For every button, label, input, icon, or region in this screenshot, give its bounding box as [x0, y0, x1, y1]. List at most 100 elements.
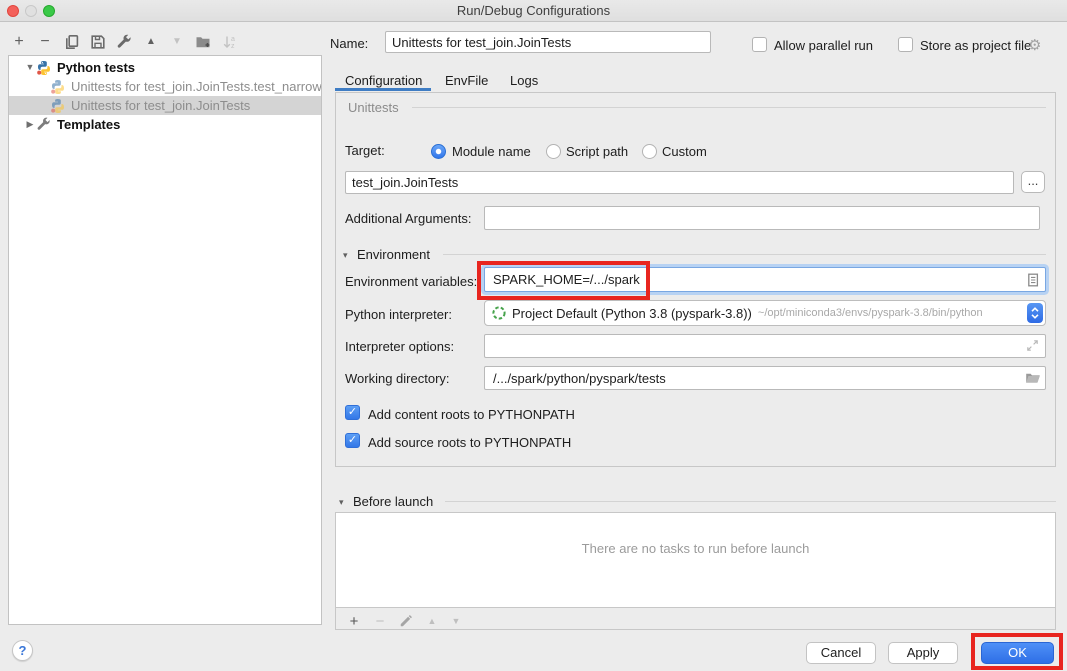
add-source-roots-checkbox[interactable]: ✓: [345, 433, 360, 448]
before-launch-empty-text: There are no tasks to run before launch: [582, 541, 810, 607]
section-divider: [445, 501, 1056, 502]
chevron-down-icon[interactable]: ▼: [24, 58, 36, 77]
target-input[interactable]: [345, 171, 1014, 194]
allow-parallel-run-label: Allow parallel run: [774, 38, 873, 53]
allow-parallel-run-checkbox[interactable]: [752, 37, 767, 52]
move-up-icon: ▲: [428, 616, 437, 626]
add-source-roots-label: Add source roots to PYTHONPATH: [368, 435, 571, 450]
paste-icon[interactable]: [1025, 272, 1041, 288]
before-launch-move-down-button[interactable]: ▼: [446, 611, 466, 631]
tab-logs[interactable]: Logs: [510, 70, 538, 92]
ok-button[interactable]: OK: [981, 642, 1054, 664]
radio-script-path[interactable]: [546, 144, 561, 159]
add-icon: +: [350, 613, 359, 630]
radio-module-name[interactable]: [431, 144, 446, 159]
run-debug-configurations-dialog: Run/Debug Configurations + − ▲ ▼ az ▼ Py…: [0, 0, 1067, 671]
python-test-icon: [50, 98, 66, 114]
wrench-icon: [116, 34, 132, 50]
tree-item-label: Unittests for test_join.JoinTests: [71, 96, 250, 115]
edit-templates-button[interactable]: [114, 32, 134, 52]
apply-button[interactable]: Apply: [888, 642, 958, 664]
tree-item-python-tests[interactable]: ▼ Python tests: [9, 58, 321, 77]
working-directory-label: Working directory:: [345, 371, 450, 386]
python-interpreter-path: ~/opt/miniconda3/envs/pyspark-3.8/bin/py…: [758, 307, 983, 319]
titlebar: Run/Debug Configurations: [0, 0, 1067, 22]
sort-configurations-button[interactable]: az: [220, 32, 240, 52]
python-interpreter-label: Python interpreter:: [345, 307, 452, 322]
interpreter-options-field[interactable]: [484, 334, 1046, 358]
python-test-icon: [50, 79, 66, 95]
before-launch-move-up-button[interactable]: ▲: [422, 611, 442, 631]
move-up-button[interactable]: ▲: [141, 32, 161, 52]
environment-variables-field[interactable]: [484, 267, 1046, 292]
remove-icon: −: [40, 32, 49, 52]
browse-button[interactable]: ...: [1021, 171, 1045, 193]
before-launch-add-button[interactable]: +: [344, 611, 364, 631]
radio-script-path-label[interactable]: Script path: [566, 144, 628, 159]
working-directory-field[interactable]: [484, 366, 1046, 390]
add-content-roots-label: Add content roots to PYTHONPATH: [368, 407, 575, 422]
name-label: Name:: [330, 36, 368, 51]
radio-custom[interactable]: [642, 144, 657, 159]
remove-configuration-button[interactable]: −: [35, 32, 55, 52]
tree-item-label: Templates: [57, 115, 120, 134]
store-as-project-file-checkbox[interactable]: [898, 37, 913, 52]
move-down-button[interactable]: ▼: [167, 32, 187, 52]
before-launch-section-title[interactable]: Before launch: [353, 494, 433, 509]
move-down-icon: ▼: [452, 616, 461, 626]
name-input[interactable]: [385, 31, 711, 53]
environment-section-title[interactable]: Environment: [357, 247, 430, 262]
create-folder-button[interactable]: [193, 32, 213, 52]
additional-arguments-input[interactable]: [484, 206, 1040, 230]
additional-arguments-label: Additional Arguments:: [345, 211, 471, 226]
close-button[interactable]: [7, 5, 19, 17]
before-launch-edit-button[interactable]: [396, 611, 416, 631]
environment-variables-input[interactable]: [491, 271, 1025, 288]
unittests-section-title: Unittests: [348, 100, 399, 115]
environment-collapse-arrow[interactable]: ▾: [343, 250, 348, 261]
before-launch-remove-button[interactable]: −: [370, 611, 390, 631]
interpreter-options-input[interactable]: [491, 338, 1025, 355]
before-launch-task-list[interactable]: There are no tasks to run before launch: [336, 513, 1055, 608]
python-interpreter-value: Project Default (Python 3.8 (pyspark-3.8…: [512, 306, 752, 321]
move-down-icon: ▼: [172, 32, 182, 52]
save-icon: [90, 34, 106, 50]
environment-variables-label: Environment variables:: [345, 274, 477, 289]
add-icon: +: [14, 32, 23, 52]
add-configuration-button[interactable]: +: [9, 32, 29, 52]
before-launch-collapse-arrow[interactable]: ▾: [339, 497, 344, 508]
zoom-button[interactable]: [43, 5, 55, 17]
python-test-icon: [36, 60, 52, 76]
combo-stepper-icon[interactable]: [1027, 303, 1043, 323]
save-configuration-button[interactable]: [88, 32, 108, 52]
expand-icon[interactable]: [1025, 338, 1041, 354]
svg-text:z: z: [231, 43, 235, 50]
working-directory-input[interactable]: [491, 370, 1025, 387]
section-divider: [412, 107, 1046, 108]
radio-custom-label[interactable]: Custom: [662, 144, 707, 159]
tab-envfile[interactable]: EnvFile: [445, 70, 488, 92]
python-interpreter-select[interactable]: Project Default (Python 3.8 (pyspark-3.8…: [484, 300, 1046, 326]
help-button[interactable]: ?: [12, 640, 33, 661]
copy-icon: [64, 34, 80, 50]
target-label: Target:: [345, 143, 385, 158]
copy-configuration-button[interactable]: [62, 32, 82, 52]
radio-module-name-label[interactable]: Module name: [452, 144, 531, 159]
before-launch-panel: There are no tasks to run before launch …: [335, 512, 1056, 630]
chevron-right-icon[interactable]: ▶: [24, 115, 36, 134]
tree-item-templates[interactable]: ▶ Templates: [9, 115, 321, 134]
tree-item-label: Unittests for test_join.JoinTests.test_n…: [71, 77, 321, 96]
tree-item-unittests-test-narrow[interactable]: Unittests for test_join.JoinTests.test_n…: [9, 77, 321, 96]
conda-env-icon: [491, 305, 507, 321]
cancel-button[interactable]: Cancel: [806, 642, 876, 664]
tree-item-unittests-jointests-selected[interactable]: Unittests for test_join.JoinTests: [9, 96, 321, 115]
configurations-tree: ▼ Python tests Unittests for test_join.J…: [8, 55, 322, 625]
folder-open-icon[interactable]: [1025, 370, 1041, 386]
new-folder-icon: [195, 34, 212, 50]
wrench-icon: [36, 117, 52, 133]
minimize-button: [25, 5, 37, 17]
add-content-roots-checkbox[interactable]: ✓: [345, 405, 360, 420]
gear-icon[interactable]: ⚙: [1028, 36, 1041, 54]
remove-icon: −: [376, 613, 385, 630]
section-divider: [443, 254, 1046, 255]
